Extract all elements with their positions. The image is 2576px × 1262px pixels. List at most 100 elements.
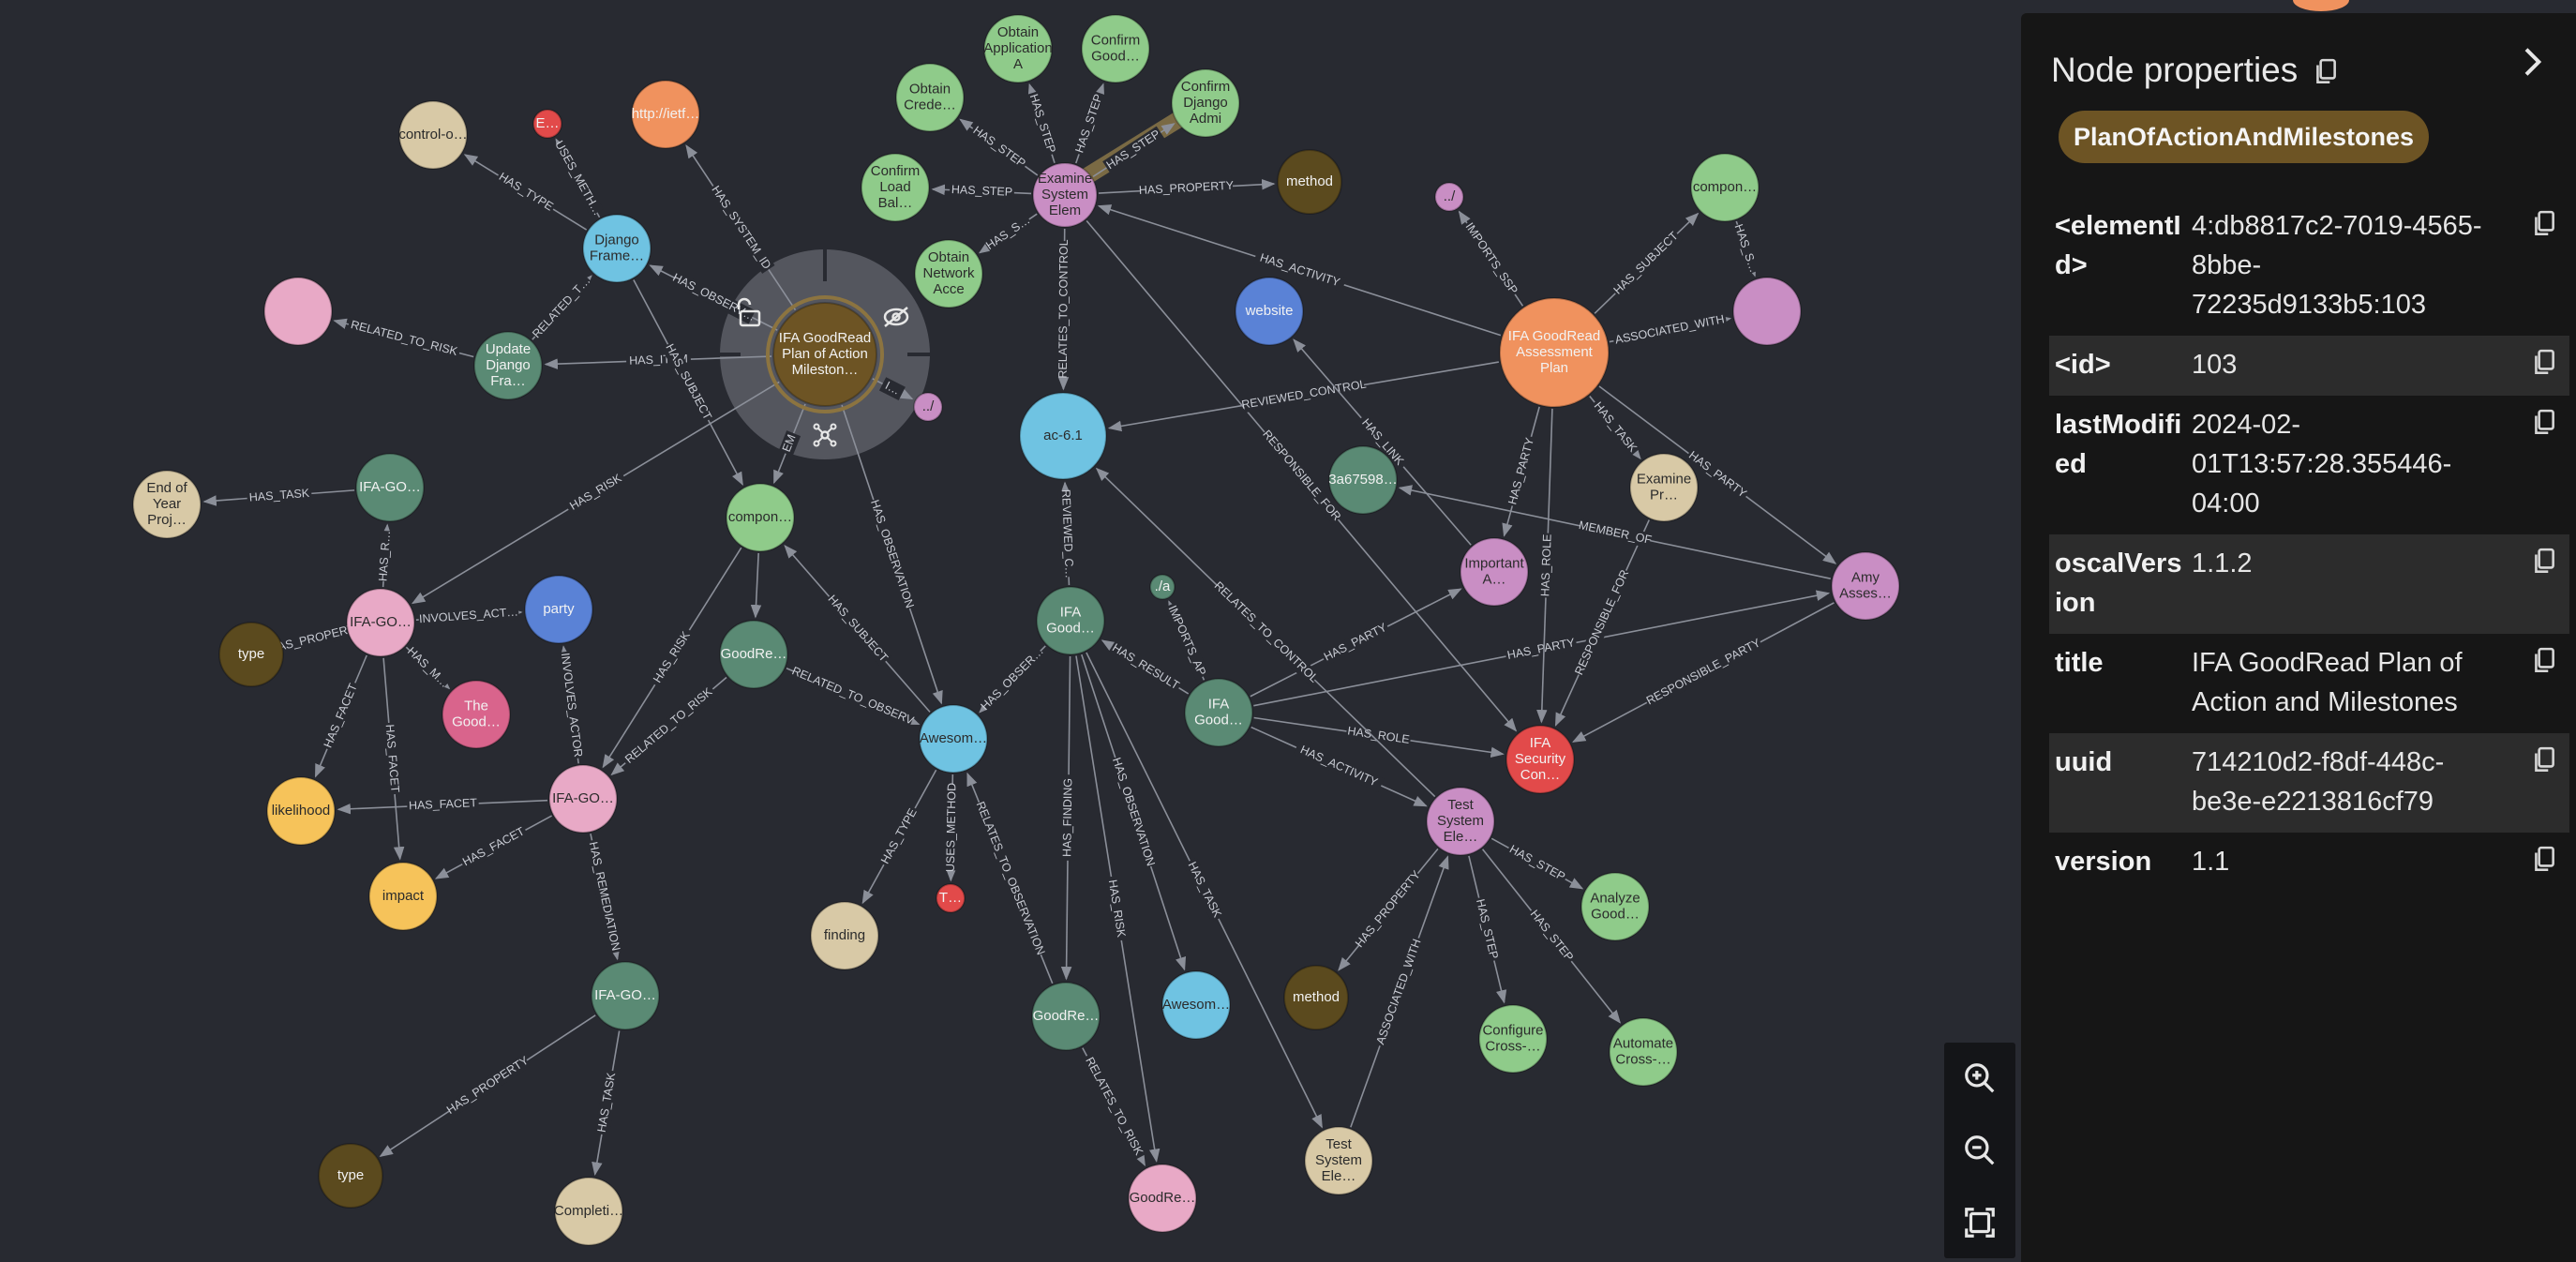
relationship-edge[interactable]: HAS_SUBJECT: [1594, 212, 1700, 314]
copy-icon[interactable]: [2532, 846, 2556, 874]
graph-node[interactable]: type: [318, 1143, 383, 1209]
graph-node[interactable]: ObtainApplicationA: [983, 14, 1053, 83]
graph-node[interactable]: AutomateCross-…: [1609, 1017, 1678, 1087]
graph-node[interactable]: finding: [810, 901, 879, 970]
graph-node[interactable]: ConfirmGood…: [1081, 14, 1150, 83]
copy-icon[interactable]: [2314, 58, 2338, 86]
graph-node[interactable]: compon…: [1690, 153, 1760, 222]
graph-node[interactable]: 3a67598…: [1328, 445, 1398, 515]
copy-icon[interactable]: [2532, 647, 2556, 675]
graph-node[interactable]: ConfirmDjangoAdmi: [1171, 68, 1240, 138]
graph-node[interactable]: Completi…: [554, 1177, 623, 1246]
graph-node[interactable]: method: [1277, 149, 1342, 215]
zoom-in-button[interactable]: [1952, 1050, 2008, 1106]
relationship-edge[interactable]: RELATED_TO_RISK: [333, 317, 474, 361]
graph-node[interactable]: IFAGood…: [1036, 586, 1105, 655]
graph-node[interactable]: GoodRe…: [1128, 1164, 1197, 1233]
graph-node[interactable]: [1732, 277, 1802, 346]
relationship-edge[interactable]: HAS_R…: [376, 523, 395, 588]
graph-node[interactable]: ExamineSystemElem: [1032, 162, 1098, 228]
relationship-edge[interactable]: INVOLVES_ACT…: [415, 605, 523, 627]
graph-node[interactable]: IFA-GO…: [355, 453, 425, 522]
relationship-edge[interactable]: HAS_RESULT: [1101, 639, 1190, 695]
relationship-edge[interactable]: HAS_RISK: [412, 381, 780, 605]
relationship-edge[interactable]: HAS_STEP: [1025, 83, 1059, 163]
relationship-edge[interactable]: REVIEWED_C…: [1057, 481, 1077, 586]
relationship-edge[interactable]: HAS_STEP: [931, 182, 1032, 201]
graph-node[interactable]: likelihood: [266, 776, 336, 846]
graph-node[interactable]: website: [1235, 277, 1304, 346]
relationship-edge[interactable]: INVOLVES_ACTOR: [556, 645, 586, 764]
copy-icon[interactable]: [2532, 210, 2556, 238]
graph-node[interactable]: ../: [913, 392, 943, 422]
relationship-edge[interactable]: HAS_FACET: [337, 795, 548, 815]
relationship-edge[interactable]: HAS_TASK: [202, 486, 355, 506]
relationship-edge[interactable]: HAS_S…: [978, 213, 1038, 254]
zoom-out-button[interactable]: [1952, 1122, 2008, 1179]
copy-icon[interactable]: [2532, 746, 2556, 774]
relationship-edge[interactable]: RESPONSIBLE_FOR: [1086, 220, 1518, 732]
graph-node[interactable]: IFA-GO…: [346, 588, 415, 657]
relationship-edge[interactable]: HAS_FACET: [314, 654, 367, 778]
relationship-edge[interactable]: RELATED_T…: [529, 274, 594, 342]
relationship-edge[interactable]: RELATES_TO_OBSERVATION: [966, 772, 1054, 984]
graph-node[interactable]: ExaminePr…: [1629, 453, 1699, 522]
graph-node[interactable]: ObtainCrede…: [895, 63, 965, 132]
relationship-edge[interactable]: HAS_ROLE: [1536, 408, 1556, 724]
relationship-edge[interactable]: HAS_OBSER…: [978, 644, 1046, 714]
graph-node[interactable]: TestSystemEle…: [1304, 1126, 1373, 1195]
graph-node[interactable]: GoodRe…: [1031, 982, 1101, 1051]
copy-icon[interactable]: [2532, 349, 2556, 377]
graph-node[interactable]: DjangoFrame…: [582, 214, 651, 283]
graph-node[interactable]: [263, 277, 333, 346]
relationship-edge[interactable]: [750, 552, 762, 619]
graph-node[interactable]: compon…: [726, 483, 795, 552]
graph-node[interactable]: http://ietf…: [631, 80, 700, 149]
relationship-edge[interactable]: RELATED_TO_OBSERV: [786, 664, 921, 729]
relationship-edge[interactable]: HAS_STEP: [959, 118, 1039, 176]
relationship-edge[interactable]: REVIEWED_CONTROL: [1107, 361, 1499, 432]
graph-node[interactable]: TestSystemEle…: [1426, 787, 1495, 856]
relationship-edge[interactable]: RELATES_TO_RISK: [1080, 1047, 1147, 1166]
selected-graph-node[interactable]: IFA GoodReadPlan of ActionMileston…: [766, 295, 884, 413]
relationship-edge[interactable]: HAS_OBSERVATION: [1081, 654, 1187, 971]
graph-node[interactable]: IFA-GO…: [591, 961, 660, 1030]
graph-node[interactable]: AnalyzeGood…: [1580, 872, 1650, 941]
graph-node[interactable]: IFA GoodReadAssessmentPlan: [1499, 297, 1610, 408]
relationship-edge[interactable]: HAS_STEP: [1071, 83, 1108, 164]
relationship-edge[interactable]: USES_METH…: [551, 138, 605, 218]
graph-node[interactable]: IFASecurityCon…: [1505, 725, 1575, 794]
relationship-edge[interactable]: IMPORTS_SSP: [1458, 210, 1524, 307]
relationship-edge[interactable]: ASSOCIATED_WITH: [1609, 311, 1732, 349]
relationship-edge[interactable]: HAS_S…: [1730, 220, 1761, 278]
fit-to-screen-button[interactable]: [1952, 1194, 2008, 1251]
relationship-edge[interactable]: HAS_REMEDIATION: [584, 833, 623, 961]
graph-node[interactable]: IFAGood…: [1184, 678, 1253, 747]
relationship-edge[interactable]: HAS_OBSERVATION: [841, 404, 943, 705]
relationship-edge[interactable]: HAS_SUBJECT: [784, 545, 931, 713]
graph-node[interactable]: ConfirmLoadBal…: [861, 153, 930, 222]
relationship-edge[interactable]: HAS_M…: [404, 644, 452, 691]
offscreen-node-top[interactable]: [2293, 0, 2349, 11]
relationship-edge[interactable]: HAS_RISK: [1075, 655, 1161, 1163]
relationship-edge[interactable]: IMPORTS_AP: [1163, 600, 1210, 681]
graph-node[interactable]: control-o…: [398, 100, 468, 170]
graph-node[interactable]: AmyAsses…: [1831, 551, 1900, 621]
relationship-edge[interactable]: HAS_ROLE: [1253, 716, 1505, 759]
relationship-edge[interactable]: HAS_STEP: [1490, 837, 1584, 890]
graph-node[interactable]: ImportantA…: [1460, 537, 1529, 607]
chevron-right-icon[interactable]: [2512, 43, 2550, 81]
relationship-edge[interactable]: HAS_TASK: [1588, 396, 1641, 460]
relationship-edge[interactable]: HAS_FACET: [434, 815, 552, 879]
relationship-edge[interactable]: HAS_PROPERTY: [1338, 848, 1439, 971]
copy-icon[interactable]: [2532, 548, 2556, 576]
graph-node[interactable]: party: [524, 575, 593, 644]
graph-node[interactable]: type: [218, 622, 284, 687]
graph-node[interactable]: method: [1283, 965, 1349, 1030]
relationship-edge[interactable]: HAS_STEP: [1468, 855, 1507, 1004]
graph-node[interactable]: End ofYearProj…: [132, 470, 202, 539]
relationship-edge[interactable]: HAS_PROPERTY: [379, 1014, 596, 1157]
graph-node[interactable]: Awesom…: [1161, 970, 1231, 1040]
relationship-edge[interactable]: HAS_TASK: [592, 1030, 621, 1176]
relationship-edge[interactable]: HAS_FINDING: [1059, 655, 1077, 981]
